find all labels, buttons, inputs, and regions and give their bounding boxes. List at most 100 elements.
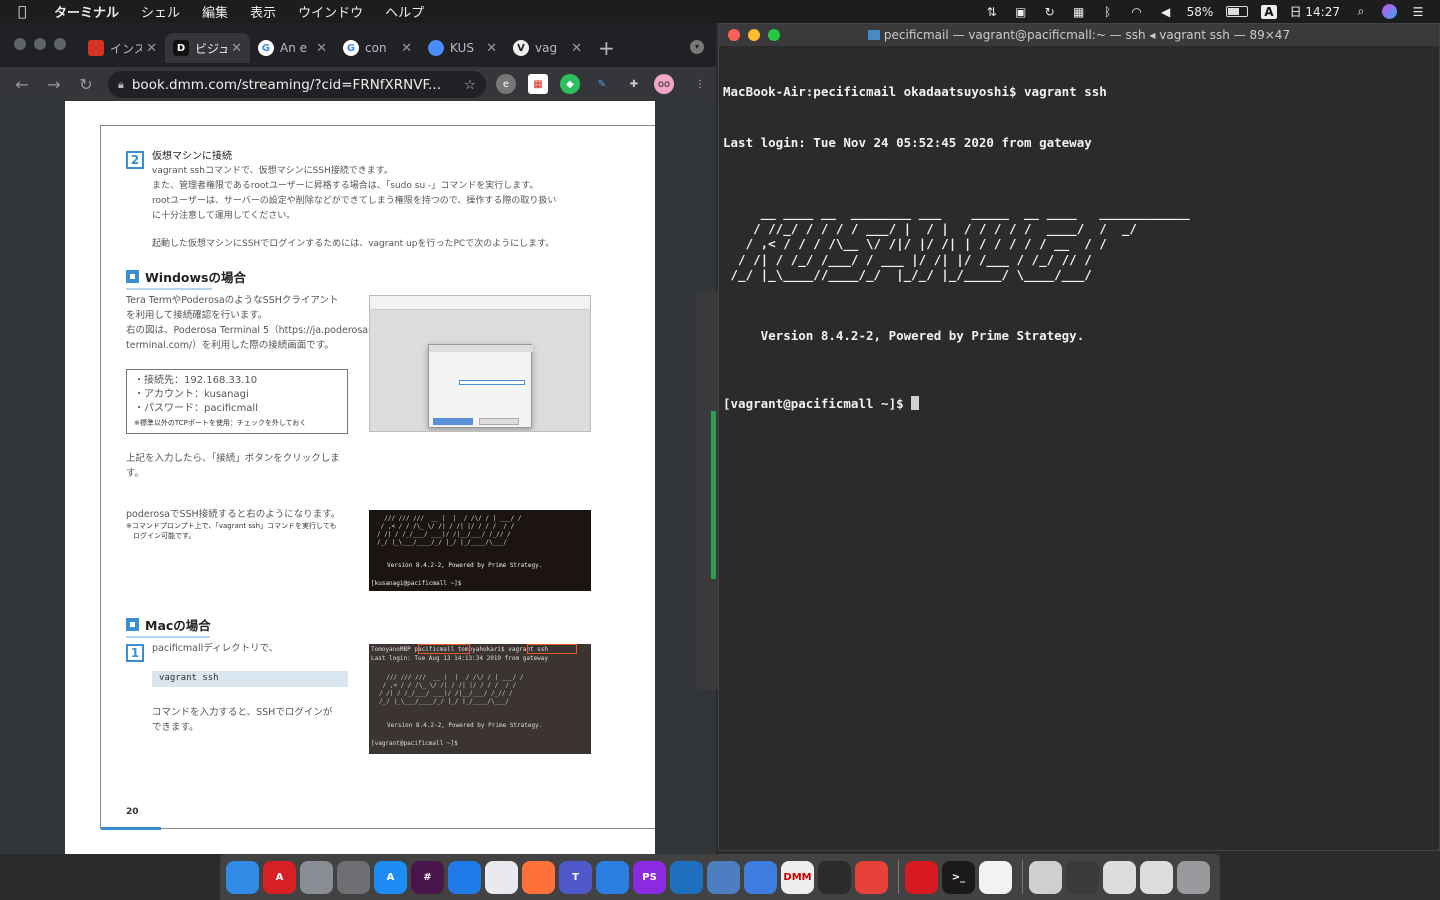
screen-icon[interactable]: ▦ [1071,5,1087,19]
recent-file-icon[interactable] [1029,860,1062,894]
bluetooth-icon[interactable]: ᛒ [1100,5,1116,19]
browser-tab[interactable]: KUS ✕ [420,33,505,63]
recent-file-icon[interactable] [1066,860,1099,894]
maps-icon[interactable] [596,860,629,894]
chrome-menu-icon[interactable]: ⋮ [690,74,710,94]
migration-icon[interactable] [744,860,777,894]
tab-close-icon[interactable]: ✕ [401,41,412,56]
tab-search-icon[interactable]: ▾ [690,40,704,54]
wifi-icon[interactable]: ◠ [1129,5,1145,19]
extension-grid-icon[interactable]: ▦ [528,74,548,94]
info-password: ・パスワード：pacificmall [134,403,258,414]
recent-file-icon[interactable] [1103,860,1136,894]
browser-tab[interactable]: G An e ✕ [250,33,335,63]
google-icon: G [343,40,359,56]
menu-view[interactable]: 表示 [250,2,276,21]
info-note: ※標準以外のTCPポートを使用：チェックを外しておく [134,419,307,427]
dock-separator [898,860,899,894]
vscode-icon[interactable] [670,860,703,894]
poderosa-note: ※コマンドプロンプト上で、「vagrant ssh」コマンドを実行しても ログイ… [126,522,337,540]
terminal-window[interactable]: pecificmail — vagrant@pacificmall:~ — ss… [718,23,1440,851]
dock: A A # T PS DMM >_ [220,854,1220,900]
terminal-icon[interactable]: >_ [942,860,975,894]
lock-icon[interactable]: 🔒︎ [118,78,124,92]
browser-tab[interactable]: Vvag ✕ [505,33,590,63]
pen-extension-icon[interactable]: ✎ [592,74,612,94]
back-icon[interactable]: ← [6,75,38,94]
up-down-arrow-icon[interactable]: ⇅ [984,5,1000,19]
terminal-prompt: [vagrant@pacificmall ~]$ [723,395,912,411]
trend-micro-icon[interactable] [905,860,938,894]
reload-icon[interactable]: ↻ [70,75,102,94]
poderosa-terminal-screenshot: /// /// /// __ | | / /\/ / | ___/ / / ,<… [369,510,591,591]
teams-icon[interactable]: T [559,860,592,894]
minimize-button[interactable] [34,38,46,50]
battery-icon[interactable] [1226,6,1249,17]
firefox-icon[interactable] [522,860,555,894]
puzzle-icon[interactable]: ✚ [624,74,644,94]
system-preferences-icon[interactable] [337,860,370,894]
extension-e-icon[interactable]: e [496,74,516,94]
zoom-button[interactable] [54,38,66,50]
textedit-icon[interactable] [979,860,1012,894]
acrobat-icon[interactable]: A [263,860,296,894]
sync-icon[interactable]: ↻ [1042,5,1058,19]
spotlight-icon[interactable]: ⌕ [1353,4,1369,19]
dmm-books-icon[interactable]: DMM [781,860,814,894]
forward-icon[interactable]: → [38,75,70,94]
thumb2-version: Version 8.4.2-2, Powered by Prime Strate… [387,562,543,569]
trash-icon[interactable] [1177,860,1210,894]
step1-after-text: コマンドを入力すると、SSHでログインが できます。 [152,707,333,733]
virtualbox-icon[interactable] [707,860,740,894]
browser-toolbar: ← → ↻ 🔒︎ book.dmm.com/streaming/?cid=FRN… [0,67,716,101]
chrome-icon[interactable] [485,860,518,894]
address-bar[interactable]: 🔒︎ book.dmm.com/streaming/?cid=FRNfXRNVF… [108,71,486,98]
google-icon: G [258,40,274,56]
browser-tab[interactable]: インス ✕ [80,33,165,63]
menu-window[interactable]: ウインドウ [298,2,363,21]
profile-avatar[interactable]: oo [654,74,674,94]
tab-title: ビジュ [195,41,228,56]
step2-login-text: 起動した仮想マシンにSSHでログインするためには、vagrant upを行ったP… [152,239,555,249]
terminal-titlebar[interactable]: pecificmail — vagrant@pacificmall:~ — ss… [719,24,1439,46]
clock[interactable]: 日 14:27 [1290,3,1340,20]
tab-close-icon[interactable]: ✕ [231,41,242,56]
bookmark-star-icon[interactable]: ☆ [464,77,476,93]
slack-icon[interactable]: # [411,860,444,894]
step-number-2: 2 [126,151,144,169]
recent-file-icon[interactable] [1140,860,1173,894]
launchpad-icon[interactable] [300,860,333,894]
tab-close-icon[interactable]: ✕ [316,41,327,56]
menu-edit[interactable]: 編集 [202,2,228,21]
tab-close-icon[interactable]: ✕ [146,41,157,56]
docker-icon[interactable]: ▣ [1013,5,1029,19]
url-text[interactable]: book.dmm.com/streaming/?cid=FRNfXRNVF... [132,77,464,93]
menu-shell[interactable]: シェル [141,2,180,21]
tab-close-icon[interactable]: ✕ [486,41,497,56]
background-window[interactable] [696,291,718,690]
close-button[interactable] [14,38,26,50]
terminal-output[interactable]: MacBook-Air:pecificmail okadaatsuyoshi$ … [719,46,1439,449]
evernote-icon[interactable]: ◆ [560,74,580,94]
battery-percent[interactable]: 58% [1187,5,1214,19]
finder-icon[interactable] [226,860,259,894]
timer-icon[interactable] [855,860,888,894]
siri-icon[interactable] [1382,4,1397,19]
new-tab-button[interactable]: + [598,33,615,67]
browser-tab[interactable]: D ビジュ ✕ [165,33,250,63]
safari-icon[interactable] [448,860,481,894]
thumb3-line2: Last login: Tue Aug 13 14:13:34 2019 fro… [371,655,549,662]
input-source[interactable]: A [1261,4,1277,19]
app-store-icon[interactable]: A [374,860,407,894]
tab-close-icon[interactable]: ✕ [571,41,582,56]
volume-icon[interactable]: ◀ [1158,5,1174,19]
terminal-cursor [911,395,920,410]
browser-tab[interactable]: Gcon ✕ [335,33,420,63]
menu-app-name[interactable]: ターミナル [54,2,119,21]
apple-icon[interactable]:  [18,4,36,20]
kindle-icon[interactable] [818,860,851,894]
control-center-icon[interactable]: ☰ [1410,5,1426,19]
menu-help[interactable]: ヘルプ [385,2,424,21]
thumb2-prompt: [kusanagi@pacificmall ~]$ [371,580,462,587]
phpstorm-icon[interactable]: PS [633,860,666,894]
